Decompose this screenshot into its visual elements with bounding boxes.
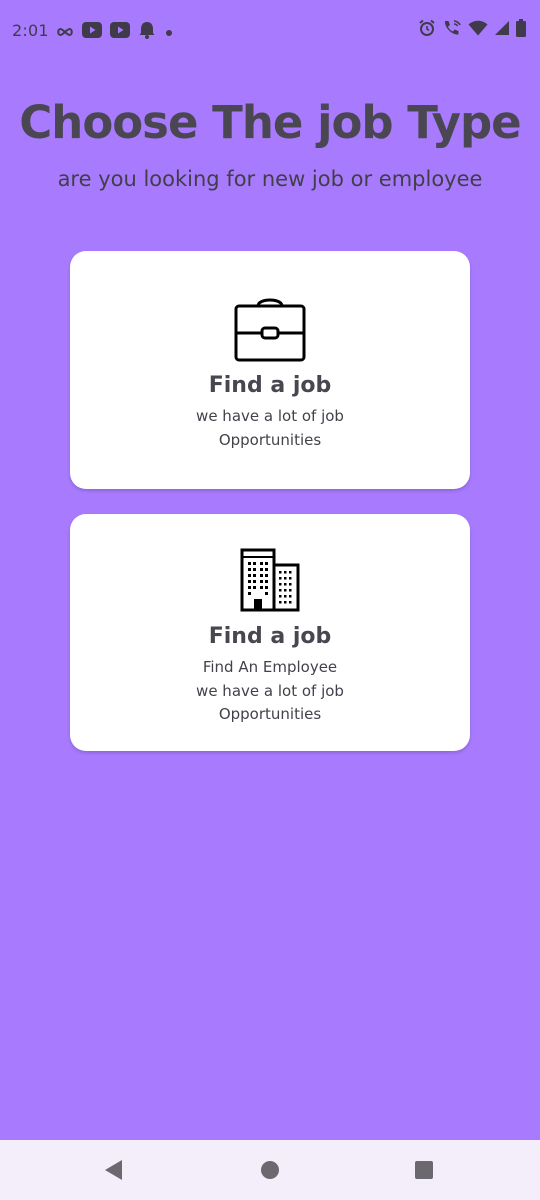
app-screen: 2:01 Choose The job Type are you looking…	[0, 0, 540, 1140]
card-description: Find An Employee	[202, 658, 338, 676]
status-right-icons	[418, 19, 526, 41]
recents-icon[interactable]	[402, 1148, 446, 1192]
wifi-calling-icon	[442, 19, 462, 41]
building-icon	[239, 547, 301, 617]
page-subtitle: are you looking for new job or employee	[57, 167, 483, 191]
status-time: 2:01	[12, 21, 49, 40]
find-job-card[interactable]: Find a job we have a lot of job Opportun…	[70, 251, 470, 489]
battery-icon	[516, 19, 526, 41]
signal-icon	[494, 20, 510, 40]
card-title: Find a job	[208, 624, 332, 649]
card-title: Find a job	[208, 373, 332, 398]
card-description: Opportunities	[218, 431, 322, 449]
page-title: Choose The job Type	[19, 96, 521, 149]
card-description: we have a lot of job	[196, 407, 344, 425]
infinity-icon	[56, 23, 74, 42]
bell-icon	[138, 21, 156, 43]
back-icon[interactable]	[92, 1148, 136, 1192]
alarm-icon	[418, 19, 436, 41]
wifi-icon	[468, 20, 488, 40]
card-description: we have a lot of job	[196, 682, 344, 700]
status-left-icons	[56, 21, 174, 43]
find-employee-card[interactable]: Find a job Find An Employee we have a lo…	[70, 514, 470, 751]
youtube-icon	[82, 22, 102, 42]
system-nav-bar	[0, 1140, 540, 1200]
briefcase-icon	[234, 296, 306, 366]
home-icon[interactable]	[248, 1148, 292, 1192]
youtube-icon	[110, 22, 130, 42]
card-description: Opportunities	[218, 705, 322, 723]
dot-icon	[164, 23, 174, 42]
status-bar: 2:01	[0, 0, 540, 60]
